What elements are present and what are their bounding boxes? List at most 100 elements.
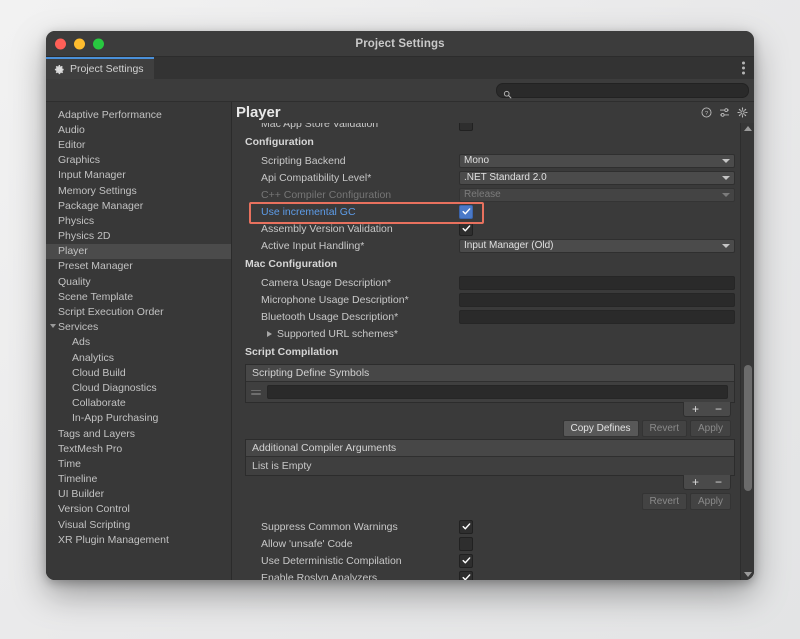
settings-sidebar[interactable]: Adaptive Performance AudioEditor Graphics I… — [46, 102, 232, 580]
sidebar-item-label: Script Execution Order — [58, 306, 164, 318]
sidebar-item-label: XR Plugin Management — [58, 534, 169, 546]
apply-button[interactable]: Apply — [690, 493, 731, 510]
help-icon[interactable]: ? — [701, 107, 712, 118]
assembly-version-validation-checkbox[interactable] — [459, 222, 473, 236]
sidebar-item-visual-scripting[interactable]: Visual Scripting — [46, 517, 231, 532]
use-deterministic-compilation-checkbox[interactable] — [459, 554, 473, 568]
list-item[interactable] — [246, 382, 734, 402]
sidebar-item-ui-builder[interactable]: UI Builder — [46, 487, 231, 502]
kebab-menu-icon[interactable] — [742, 62, 745, 75]
sidebar-item-analytics[interactable]: Analytics — [46, 350, 231, 365]
sidebar-item-scene-template[interactable]: Scene Template — [46, 289, 231, 304]
minimize-window-button[interactable] — [74, 38, 85, 49]
microphone-usage-description-input[interactable] — [459, 293, 735, 307]
mac-app-store-validation-checkbox[interactable] — [459, 123, 473, 131]
sidebar-item-version-control[interactable]: Version Control — [46, 502, 231, 517]
use-incremental-gc-checkbox[interactable] — [459, 205, 473, 219]
sidebar-item-physics-2d[interactable]: Physics 2D — [46, 229, 231, 244]
sidebar-item-textmesh-pro[interactable]: TextMesh Pro — [46, 441, 231, 456]
sidebar-item-services[interactable]: Services — [46, 320, 231, 335]
sidebar-item-label: Graphics — [58, 154, 100, 166]
remove-define-button[interactable]: − — [707, 403, 730, 415]
sidebar-item-timeline[interactable]: Timeline — [46, 472, 231, 487]
revert-button[interactable]: Revert — [642, 493, 687, 510]
property-row-microphone-usage-description[interactable]: Microphone Usage Description* — [241, 291, 735, 308]
add-define-button[interactable]: + — [684, 403, 707, 415]
property-row-suppress-common-warnings[interactable]: Suppress Common Warnings — [241, 518, 735, 535]
property-row-enable-roslyn-analyzers[interactable]: Enable Roslyn Analyzers — [241, 569, 735, 580]
property-row-use-deterministic-compilation[interactable]: Use Deterministic Compilation — [241, 552, 735, 569]
sidebar-item-label: Version Control — [58, 503, 130, 515]
suppress-common-warnings-checkbox[interactable] — [459, 520, 473, 534]
sidebar-item-collaborate[interactable]: Collaborate — [46, 396, 231, 411]
copy-defines-button[interactable]: Copy Defines — [563, 420, 639, 437]
sidebar-item-label: Quality — [58, 276, 91, 288]
sidebar-item-tags-and-layers[interactable]: Tags and Layers — [46, 426, 231, 441]
scroll-up-arrow-icon[interactable] — [744, 126, 752, 131]
property-row-api-compatibility-level[interactable]: Api Compatibility Level*.NET Standard 2.… — [241, 169, 735, 186]
scroll-down-arrow-icon[interactable] — [744, 572, 752, 577]
inspector-vertical-scrollbar[interactable] — [740, 123, 754, 580]
allow-unsafe-code-checkbox[interactable] — [459, 537, 473, 551]
sidebar-item-graphics[interactable]: Graphics — [46, 153, 231, 168]
property-row-allow-unsafe-code[interactable]: Allow 'unsafe' Code — [241, 535, 735, 552]
sidebar-item-xr-plugin-management[interactable]: XR Plugin Management — [46, 532, 231, 547]
property-row-assembly-version-validation[interactable]: Assembly Version Validation — [241, 220, 735, 237]
camera-usage-description-input[interactable] — [459, 276, 735, 290]
sidebar-item-label: Audio — [58, 124, 85, 136]
bluetooth-usage-description-input[interactable] — [459, 310, 735, 324]
sidebar-item-preset-manager[interactable]: Preset Manager — [46, 259, 231, 274]
sidebar-item-audio[interactable]: Audio — [46, 122, 231, 137]
sidebar-item-physics[interactable]: Physics — [46, 213, 231, 228]
enable-roslyn-analyzers-checkbox[interactable] — [459, 571, 473, 581]
add-compiler-arg-button[interactable]: + — [684, 476, 707, 488]
sidebar-item-memory-settings[interactable]: Memory Settings — [46, 183, 231, 198]
sidebar-item-input-manager[interactable]: Input Manager — [46, 168, 231, 183]
preset-icon[interactable] — [719, 107, 730, 118]
sidebar-item-player[interactable]: Player — [46, 244, 231, 259]
scripting-backend-dropdown[interactable]: Mono — [459, 154, 735, 168]
sidebar-item-adaptive-performance[interactable]: Adaptive Performance — [46, 107, 231, 122]
define-symbol-input[interactable] — [267, 385, 728, 399]
tab-project-settings[interactable]: Project Settings — [46, 57, 154, 79]
sidebar-item-editor[interactable]: Editor — [46, 137, 231, 152]
sidebar-item-cloud-build[interactable]: Cloud Build — [46, 365, 231, 380]
sidebar-item-cloud-diagnostics[interactable]: Cloud Diagnostics — [46, 380, 231, 395]
script-compilation-toggles: Suppress Common WarningsAllow 'unsafe' C… — [241, 518, 735, 580]
drag-handle-icon[interactable] — [251, 390, 261, 395]
gear-icon[interactable] — [737, 107, 748, 118]
tab-project-settings-label: Project Settings — [70, 63, 144, 75]
sidebar-item-label: UI Builder — [58, 488, 104, 500]
revert-button[interactable]: Revert — [642, 420, 687, 437]
compiler-args-button-row: RevertApply — [241, 493, 731, 510]
property-label: Enable Roslyn Analyzers — [241, 572, 459, 581]
scrollbar-track[interactable] — [741, 134, 754, 569]
foldout-label: Supported URL schemes* — [277, 328, 398, 340]
sidebar-item-in-app-purchasing[interactable]: In-App Purchasing — [46, 411, 231, 426]
apply-button[interactable]: Apply — [690, 420, 731, 437]
scrollbar-thumb[interactable] — [744, 365, 752, 491]
maximize-window-button[interactable] — [93, 38, 104, 49]
remove-compiler-arg-button[interactable]: − — [707, 476, 730, 488]
property-row-mac-app-store-validation[interactable]: Mac App Store Validation — [241, 123, 735, 132]
sidebar-item-label: Preset Manager — [58, 260, 133, 272]
property-row-active-input-handling[interactable]: Active Input Handling*Input Manager (Old… — [241, 237, 735, 254]
property-row-bluetooth-usage-description[interactable]: Bluetooth Usage Description* — [241, 308, 735, 325]
property-label: Camera Usage Description* — [241, 277, 459, 289]
sidebar-item-script-execution-order[interactable]: Script Execution Order — [46, 304, 231, 319]
close-window-button[interactable] — [55, 38, 66, 49]
property-control — [459, 276, 735, 290]
property-row-camera-usage-description[interactable]: Camera Usage Description* — [241, 274, 735, 291]
property-control — [459, 205, 735, 219]
sidebar-item-quality[interactable]: Quality — [46, 274, 231, 289]
foldout-supported-url-schemes[interactable]: Supported URL schemes* — [241, 325, 735, 342]
sidebar-item-package-manager[interactable]: Package Manager — [46, 198, 231, 213]
api-compatibility-level-dropdown[interactable]: .NET Standard 2.0 — [459, 171, 735, 185]
active-input-handling-dropdown[interactable]: Input Manager (Old) — [459, 239, 735, 253]
search-input[interactable] — [496, 83, 749, 98]
sidebar-item-ads[interactable]: Ads — [46, 335, 231, 350]
property-row-use-incremental-gc[interactable]: Use incremental GC — [241, 203, 735, 220]
property-row-scripting-backend[interactable]: Scripting BackendMono — [241, 152, 735, 169]
sidebar-item-time[interactable]: Time — [46, 456, 231, 471]
chevron-down-icon[interactable] — [50, 324, 56, 331]
